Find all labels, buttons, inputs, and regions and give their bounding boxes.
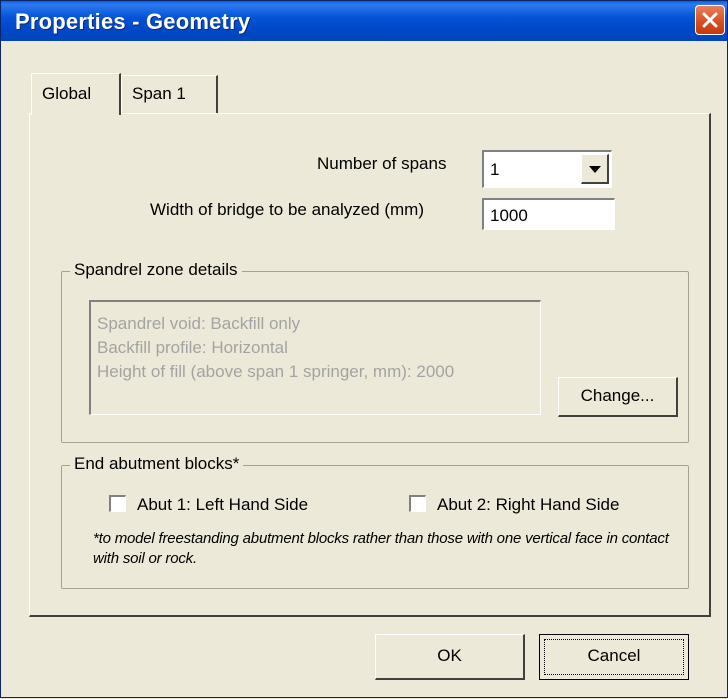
spandrel-legend: Spandrel zone details [70, 260, 242, 280]
width-label: Width of bridge to be analyzed (mm) [150, 200, 425, 219]
spans-label: Number of spans [317, 154, 447, 173]
ok-button[interactable]: OK [375, 634, 525, 680]
abut-right-label[interactable]: Abut 2: Right Hand Side [437, 495, 619, 515]
ok-button-label: OK [437, 646, 462, 665]
spans-select[interactable]: 1 [482, 150, 612, 188]
spandrel-line-1: Spandrel void: Backfill only [97, 314, 301, 333]
width-value: 1000 [490, 206, 528, 225]
change-button[interactable]: Change... [558, 377, 678, 417]
panel-content: Number of spans 1 Width of bridge to be … [1, 1, 728, 699]
properties-dialog: Properties - Geometry Global Span 1 Numb… [0, 0, 728, 698]
spans-value: 1 [490, 160, 500, 179]
abutment-note: *to model freestanding abutment blocks r… [93, 530, 669, 567]
spandrel-line-2: Backfill profile: Horizontal [97, 338, 288, 357]
width-input[interactable]: 1000 [482, 198, 615, 230]
abut-left-checkbox[interactable] [109, 495, 126, 512]
change-button-label: Change... [580, 386, 655, 405]
abut-left-label[interactable]: Abut 1: Left Hand Side [137, 495, 308, 515]
spandrel-line-3: Height of fill (above span 1 springer, m… [97, 362, 455, 381]
focus-rect [544, 639, 684, 675]
abut-right-checkbox[interactable] [409, 495, 426, 512]
abutment-group: End abutment blocks* [61, 454, 689, 589]
chevron-down-icon [589, 166, 601, 173]
spandrel-details-box: Spandrel void: Backfill only Backfill pr… [89, 300, 541, 415]
cancel-button[interactable]: Cancel [539, 634, 689, 680]
abutment-legend: End abutment blocks* [70, 454, 244, 474]
spans-dropdown-button[interactable] [581, 154, 609, 184]
